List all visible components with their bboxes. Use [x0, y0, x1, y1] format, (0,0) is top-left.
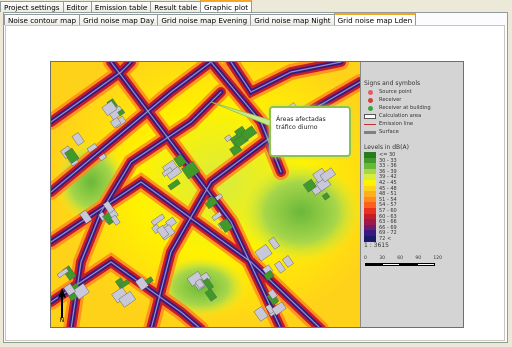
legend-symbol-row: Receiver at building — [364, 105, 431, 111]
main-tab-bar: Project settings Editor Emission table Resu… — [0, 0, 512, 12]
scale-ticks: 0 30 60 90 120 — [364, 256, 442, 261]
scale-label: 1 : 3615 — [364, 242, 389, 249]
subtab-grid-noise-map-evening[interactable]: Grid noise map Evening — [157, 14, 252, 25]
calc-area-icon — [364, 113, 376, 119]
legend-symbol-label: Surface — [379, 129, 399, 135]
surface-icon — [364, 130, 376, 134]
scale-tick-label: 0 — [364, 256, 367, 261]
scale-tick-label: 90 — [415, 256, 422, 261]
scale-tick-label: 120 — [433, 256, 442, 261]
noise-map[interactable]: Áreas afectadas tráfico diurno N Signs a… — [50, 61, 464, 328]
source-point-icon — [364, 89, 376, 95]
legend-symbol-row: Emission line — [364, 121, 413, 127]
scale-tick-label: 30 — [379, 256, 385, 261]
receiver-building-icon — [364, 105, 376, 111]
sub-tab-bar: Noise contour map Grid noise map Day Grid … — [4, 13, 508, 25]
legend-symbol-row: Surface — [364, 129, 399, 135]
tab-editor[interactable]: Editor — [62, 1, 92, 12]
svg-text:N: N — [60, 317, 65, 322]
legend-symbol-row: Calculation area — [364, 113, 421, 119]
emission-line-icon — [364, 123, 376, 125]
subtab-noise-contour-map[interactable]: Noise contour map — [4, 14, 81, 25]
subtab-grid-noise-map-night[interactable]: Grid noise map Night — [250, 14, 335, 25]
scale-bar — [365, 263, 435, 266]
tab-result-table[interactable]: Result table — [150, 1, 201, 12]
map-legend: Signs and symbols Source point Receiver Re… — [360, 62, 463, 327]
tab-project-settings[interactable]: Project settings — [0, 1, 64, 12]
tab-graphic-plot[interactable]: Graphic plot — [200, 0, 253, 12]
legend-symbol-row: Receiver — [364, 97, 401, 103]
levels-title: Levels in dB(A) — [364, 144, 409, 151]
north-arrow-icon: N — [58, 288, 66, 322]
callout-pointer — [210, 101, 271, 127]
legend-symbol-label: Receiver at building — [379, 105, 431, 111]
legend-symbol-row: Source point — [364, 89, 412, 95]
legend-symbol-label: Receiver — [379, 97, 402, 103]
legend-symbol-label: Calculation area — [379, 113, 422, 119]
scale-tick-label: 60 — [397, 256, 403, 261]
legend-symbol-label: Source point — [379, 89, 412, 95]
subtab-grid-noise-map-day[interactable]: Grid noise map Day — [79, 14, 159, 25]
signs-title: Signs and symbols — [364, 80, 421, 87]
tab-emission-table[interactable]: Emission table — [90, 1, 152, 12]
receiver-icon — [364, 97, 376, 103]
subtab-grid-noise-map-lden[interactable]: Grid noise map Lden — [333, 13, 417, 25]
legend-symbol-label: Emission line — [379, 121, 414, 127]
